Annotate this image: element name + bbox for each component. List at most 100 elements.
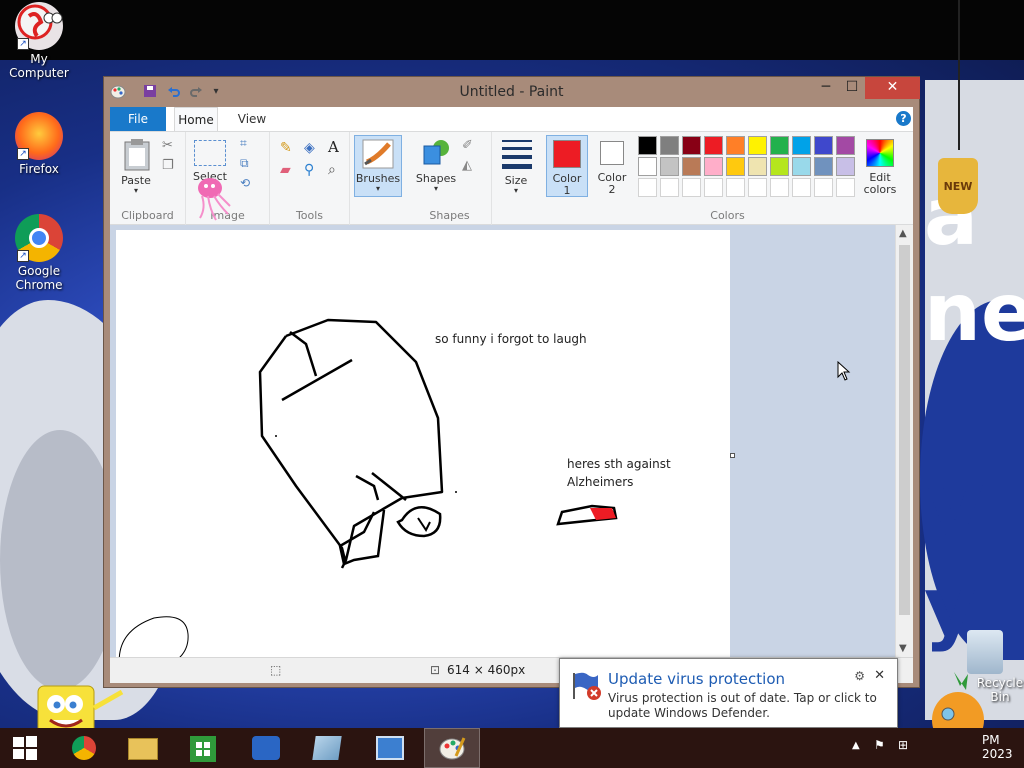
- palette-swatch[interactable]: [704, 136, 723, 155]
- ribbon-tabs: File Home View ?: [110, 107, 913, 131]
- firefox-icon: ↗: [15, 112, 63, 160]
- tab-home[interactable]: Home: [174, 107, 218, 131]
- notification-settings-icon[interactable]: ⚙: [854, 669, 865, 683]
- colors-group: Color 1 Color 2 Edit colors Colors: [542, 132, 913, 226]
- scroll-down-icon[interactable]: ▼: [899, 643, 907, 654]
- outline-icon[interactable]: ✐: [462, 138, 473, 153]
- canvas-drawing: [118, 318, 618, 657]
- palette-swatch[interactable]: [748, 178, 767, 197]
- palette-swatch[interactable]: [836, 157, 855, 176]
- brushes-button[interactable]: Brushes ▾: [354, 135, 402, 197]
- minimize-button[interactable]: ─: [813, 77, 839, 99]
- scrollbar-thumb[interactable]: [899, 245, 910, 615]
- shapes-button[interactable]: Shapes ▾: [414, 136, 458, 198]
- magnifier-icon[interactable]: ⌕: [328, 162, 336, 178]
- action-center-flag-icon[interactable]: ⚑: [874, 738, 885, 752]
- size-button[interactable]: Size ▾: [498, 136, 534, 198]
- palette-swatch[interactable]: [748, 136, 767, 155]
- taskbar: ▲ ⚑ ⊞ PM 2023: [0, 728, 1024, 768]
- network-icon[interactable]: ⊞: [898, 738, 908, 752]
- maximize-button[interactable]: ☐: [839, 77, 865, 99]
- tab-view[interactable]: View: [232, 107, 272, 131]
- palette-swatch[interactable]: [814, 136, 833, 155]
- vertical-scrollbar[interactable]: ▲ ▼: [895, 225, 913, 657]
- brush-icon: [362, 139, 394, 169]
- drawing-canvas[interactable]: so funny i forgot to laugh heres sth aga…: [116, 230, 730, 657]
- eraser-icon[interactable]: ▰: [280, 162, 291, 178]
- color-picker-icon[interactable]: ⚲: [304, 162, 314, 178]
- tab-file[interactable]: File: [110, 107, 166, 131]
- palette-swatch[interactable]: [770, 157, 789, 176]
- palette-swatch[interactable]: [770, 178, 789, 197]
- palette-swatch[interactable]: [726, 178, 745, 197]
- tools-group: ✎ ◈ A ▰ ⚲ ⌕ Tools: [270, 132, 350, 226]
- palette-swatch[interactable]: [792, 157, 811, 176]
- desktop-icon-label: My Computer: [9, 52, 69, 80]
- palette-swatch[interactable]: [638, 157, 657, 176]
- tools-label: Tools: [295, 209, 324, 222]
- crop-icon[interactable]: ⌗: [240, 136, 247, 151]
- palette-swatch[interactable]: [638, 136, 657, 155]
- mouse-cursor: [837, 361, 851, 381]
- help-icon[interactable]: ?: [896, 111, 911, 126]
- palette-swatch[interactable]: [814, 157, 833, 176]
- virus-protection-notification[interactable]: Update virus protection Virus protection…: [559, 658, 898, 728]
- palette-swatch[interactable]: [704, 157, 723, 176]
- taskbar-control-panel[interactable]: [362, 728, 418, 768]
- taskbar-app-notes[interactable]: [300, 728, 356, 768]
- palette-swatch[interactable]: [726, 157, 745, 176]
- palette-swatch[interactable]: [660, 178, 679, 197]
- shape-fill-icon[interactable]: ◭: [462, 158, 472, 173]
- palette-swatch[interactable]: [660, 136, 679, 155]
- scroll-up-icon[interactable]: ▲: [899, 228, 907, 239]
- palette-swatch[interactable]: [792, 136, 811, 155]
- clock-time: PM: [982, 733, 1000, 747]
- taskbar-store[interactable]: [176, 728, 232, 768]
- palette-swatch[interactable]: [748, 157, 767, 176]
- palette-swatch[interactable]: [682, 157, 701, 176]
- palette-swatch[interactable]: [792, 178, 811, 197]
- start-button[interactable]: [0, 728, 56, 768]
- pencil-icon[interactable]: ✎: [280, 140, 292, 156]
- palette-swatch[interactable]: [726, 136, 745, 155]
- rotate-icon[interactable]: ⟲: [240, 176, 250, 190]
- taskbar-file-explorer[interactable]: [116, 728, 172, 768]
- taskbar-paint[interactable]: [424, 728, 480, 768]
- cut-icon[interactable]: ✂: [162, 138, 173, 153]
- color2-button[interactable]: Color 2: [592, 135, 632, 197]
- notification-close-icon[interactable]: ✕: [874, 668, 885, 683]
- copy-icon[interactable]: ❐: [162, 158, 174, 173]
- resize-icon[interactable]: ⧉: [240, 156, 249, 171]
- desktop-icon-chrome[interactable]: ↗ Google Chrome: [0, 214, 78, 292]
- notification-body: Virus protection is out of date. Tap or …: [608, 691, 877, 720]
- palette-swatch[interactable]: [638, 178, 657, 197]
- color1-button[interactable]: Color 1: [546, 135, 588, 197]
- palette-swatch[interactable]: [770, 136, 789, 155]
- fill-icon[interactable]: ◈: [304, 140, 315, 156]
- canvas-resize-handle[interactable]: [730, 453, 735, 458]
- text-icon[interactable]: A: [328, 138, 339, 156]
- palette-swatch[interactable]: [682, 178, 701, 197]
- taskbar-chrome[interactable]: [58, 728, 114, 768]
- image-size-icon: ⊡: [430, 663, 441, 677]
- ribbon: Paste ▾ ✂ ❐ Clipboard Select ⌗ ⧉ ⟲ Image…: [110, 131, 913, 226]
- close-button[interactable]: ✕: [865, 77, 920, 99]
- title-bar[interactable]: ▾ Untitled - Paint ─ ☐ ✕: [104, 77, 920, 107]
- taskbar-app-spongebob[interactable]: [238, 728, 294, 768]
- desktop-icon-firefox[interactable]: ↗ Firefox: [0, 112, 78, 176]
- palette-swatch[interactable]: [660, 157, 679, 176]
- palette-swatch[interactable]: [836, 136, 855, 155]
- canvas-text: Alzheimers: [567, 475, 634, 489]
- palette-swatch[interactable]: [814, 178, 833, 197]
- clock[interactable]: PM 2023: [982, 733, 1022, 761]
- store-icon: [190, 736, 216, 762]
- palette-swatch[interactable]: [704, 178, 723, 197]
- select-icon[interactable]: [194, 140, 226, 166]
- edit-colors-button[interactable]: Edit colors: [854, 135, 906, 197]
- desktop-icon-my-computer[interactable]: ↗ My Computer: [0, 2, 78, 80]
- paste-button[interactable]: Paste ▾: [116, 136, 156, 198]
- show-hidden-icons[interactable]: ▲: [852, 740, 860, 751]
- palette-swatch[interactable]: [836, 178, 855, 197]
- folder-icon: [128, 738, 158, 760]
- palette-swatch[interactable]: [682, 136, 701, 155]
